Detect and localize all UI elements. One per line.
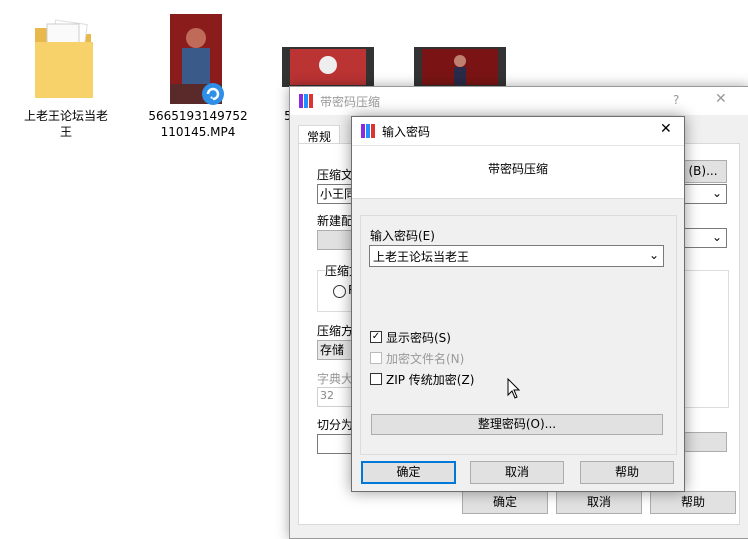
ok-button[interactable]: 确定	[361, 461, 456, 484]
video-filmstrip-thumbnail[interactable]	[282, 47, 374, 87]
format-radio[interactable]	[333, 285, 346, 298]
archive-name-label: 压缩文	[317, 168, 354, 182]
password-dialog-titlebar: 输入密码 ✕	[352, 117, 684, 146]
split-volume-label: 切分为	[317, 418, 354, 432]
password-dialog: 输入密码 ✕ 带密码压缩 输入密码(E) 上老王论坛当老王 ⌄ ✓ 显示密码(S…	[351, 116, 685, 492]
dictionary-size-label: 字典大	[317, 372, 354, 386]
help-button[interactable]: 帮助	[580, 461, 674, 484]
encrypt-filenames-label: 加密文件名(N)	[386, 352, 465, 366]
password-label: 输入密码(E)	[370, 229, 435, 243]
cancel-button-back[interactable]: 取消	[556, 491, 642, 514]
zip-legacy-checkbox[interactable]	[370, 373, 382, 385]
archive-dialog-title: 带密码压缩	[320, 95, 381, 109]
compression-method-label: 压缩方	[317, 324, 354, 338]
ok-button-back[interactable]: 确定	[462, 491, 548, 514]
update-mode-select[interactable]: ⌄	[679, 184, 727, 204]
show-password-label: 显示密码(S)	[386, 331, 451, 345]
close-icon[interactable]: ✕	[660, 121, 672, 137]
help-icon[interactable]: ?	[673, 93, 679, 107]
zip-legacy-label: ZIP 传统加密(Z)	[386, 373, 475, 387]
video-app-badge-icon	[201, 82, 225, 106]
mouse-cursor-icon	[507, 377, 521, 400]
chevron-down-icon[interactable]: ⌄	[649, 248, 659, 262]
show-password-checkbox[interactable]: ✓	[370, 331, 382, 343]
new-config-label: 新建配	[317, 214, 354, 228]
password-input[interactable]: 上老王论坛当老王 ⌄	[369, 245, 664, 267]
winrar-icon	[360, 123, 376, 139]
folder-label: 上老王论坛当老 王	[23, 109, 108, 139]
encrypt-filenames-checkbox	[370, 352, 382, 364]
close-icon[interactable]: ✕	[715, 91, 727, 107]
archive-dialog-titlebar: 带密码压缩 ? ✕	[290, 87, 748, 115]
video-filmstrip-thumbnail-2[interactable]	[414, 47, 506, 87]
options-list	[679, 270, 729, 408]
help-button-back[interactable]: 帮助	[650, 491, 736, 514]
password-dialog-header: 带密码压缩	[352, 146, 684, 199]
password-dialog-title: 输入密码	[382, 125, 431, 139]
video-label: 5665193149752 110145.MP4	[148, 109, 248, 139]
set-button[interactable]	[679, 432, 727, 452]
cancel-button[interactable]: 取消	[470, 461, 564, 484]
chevron-down-icon: ⌄	[711, 186, 722, 200]
browse-button[interactable]: (B)...	[679, 160, 727, 183]
chevron-down-icon: ⌄	[711, 230, 722, 244]
folder-icon[interactable]	[33, 14, 97, 102]
winrar-icon	[298, 93, 314, 109]
options-select[interactable]: ⌄	[679, 228, 727, 248]
header-title: 带密码压缩	[487, 162, 548, 176]
organize-passwords-button[interactable]: 整理密码(O)...	[371, 414, 663, 435]
